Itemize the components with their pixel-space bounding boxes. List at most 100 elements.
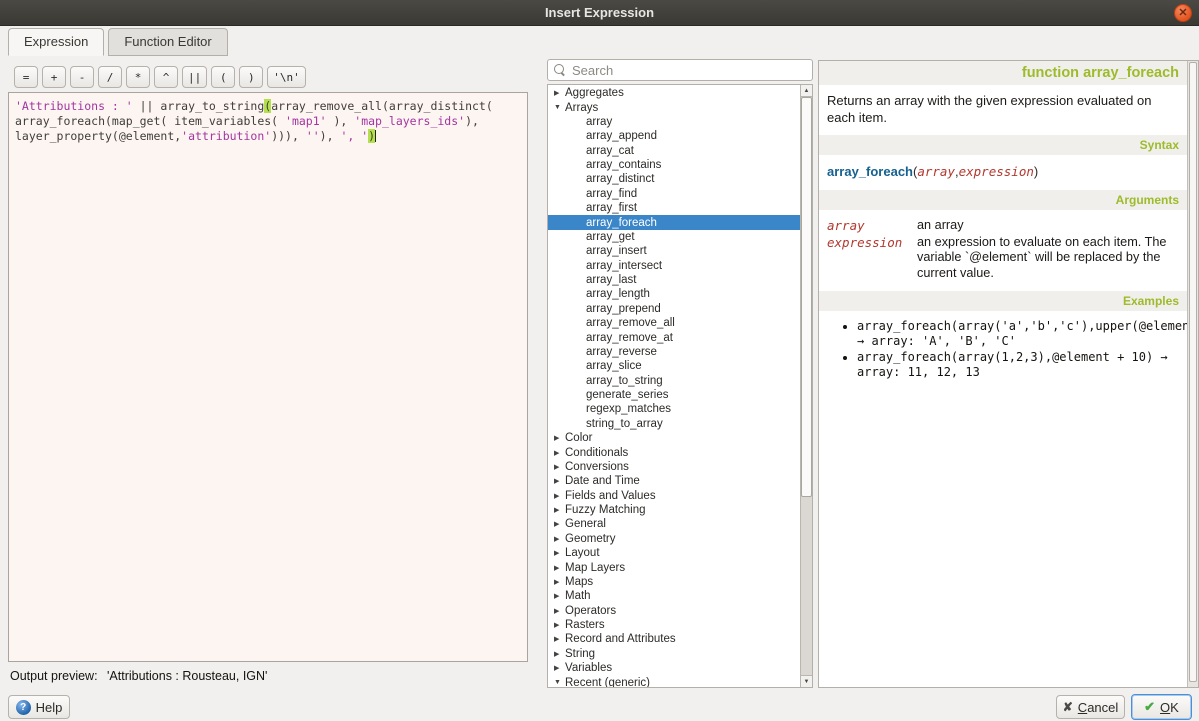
tree-group-maps[interactable]: ▶Maps: [548, 575, 800, 589]
argument-description: an array: [917, 218, 1179, 234]
tree-item-array-length[interactable]: array_length: [548, 287, 800, 301]
cancel-button-label: Cancel: [1078, 700, 1118, 715]
tree-group-conversions[interactable]: ▶Conversions: [548, 460, 800, 474]
tab-function-editor[interactable]: Function Editor: [108, 28, 227, 56]
tree-group-aggregates[interactable]: ▶Aggregates: [548, 86, 800, 100]
tree-group-color[interactable]: ▶Color: [548, 431, 800, 445]
tree-group-math[interactable]: ▶Math: [548, 589, 800, 603]
chevron-right-icon: ▶: [554, 449, 565, 457]
tree-item-array-append[interactable]: array_append: [548, 129, 800, 143]
operator-button-power[interactable]: ^: [154, 66, 178, 88]
scroll-up-icon[interactable]: ▲: [801, 85, 812, 97]
tree-group-fuzzy-matching[interactable]: ▶Fuzzy Matching: [548, 503, 800, 517]
tree-item-string-to-array[interactable]: string_to_array: [548, 417, 800, 431]
argument-name: array: [827, 218, 917, 234]
examples-header: Examples: [819, 291, 1187, 311]
tree-item-array-get[interactable]: array_get: [548, 230, 800, 244]
help-panel-scrollbar[interactable]: [1187, 61, 1198, 687]
tree-group-date-and-time[interactable]: ▶Date and Time: [548, 474, 800, 488]
tree-item-array-contains[interactable]: array_contains: [548, 158, 800, 172]
syntax-signature: array_foreach(array,expression): [819, 155, 1187, 190]
tree-item-array-insert[interactable]: array_insert: [548, 244, 800, 258]
tree-group-record-and-attributes[interactable]: ▶Record and Attributes: [548, 632, 800, 646]
tree-group-geometry[interactable]: ▶Geometry: [548, 532, 800, 546]
tab-expression[interactable]: Expression: [8, 28, 104, 56]
chevron-right-icon: ▶: [554, 492, 565, 500]
tree-item-array-remove-at[interactable]: array_remove_at: [548, 330, 800, 344]
example-item: array_foreach(array(1,2,3),@element + 10…: [857, 350, 1181, 380]
tree-item-array-first[interactable]: array_first: [548, 201, 800, 215]
operator-button-plus[interactable]: +: [42, 66, 66, 88]
operator-button-concat[interactable]: ||: [182, 66, 207, 88]
operator-button-equals[interactable]: =: [14, 66, 38, 88]
tree-group-recent-generic[interactable]: ▼Recent (generic): [548, 675, 800, 688]
insert-expression-dialog: Insert Expression ✕ Expression Function …: [0, 0, 1199, 721]
cancel-button[interactable]: ✘ Cancel: [1056, 695, 1125, 719]
help-scrollbar-thumb[interactable]: [1189, 62, 1197, 682]
expression-editor[interactable]: 'Attributions : ' || array_to_string(arr…: [8, 92, 528, 662]
chevron-down-icon: ▼: [554, 104, 565, 111]
ok-button-label: OK: [1160, 700, 1179, 715]
tree-group-variables[interactable]: ▶Variables: [548, 661, 800, 675]
expression-code-line: 'Attributions : ' || array_to_string(arr…: [15, 99, 521, 114]
window-title: Insert Expression: [545, 5, 654, 20]
tree-group-rasters[interactable]: ▶Rasters: [548, 618, 800, 632]
chevron-right-icon: ▶: [554, 592, 565, 600]
tab-bar: Expression Function Editor: [8, 28, 232, 56]
tree-item-array-prepend[interactable]: array_prepend: [548, 302, 800, 316]
expression-code-line: layer_property(@element,'attribution')))…: [15, 129, 521, 144]
tree-group-fields-and-values[interactable]: ▶Fields and Values: [548, 489, 800, 503]
tree-item-array-foreach[interactable]: array_foreach: [548, 215, 800, 229]
operator-button-divide[interactable]: /: [98, 66, 122, 88]
help-title: function array_foreach: [819, 61, 1187, 85]
help-icon: ?: [16, 700, 31, 715]
tree-item-array-remove-all[interactable]: array_remove_all: [548, 316, 800, 330]
chevron-right-icon: ▶: [554, 463, 565, 471]
tree-item-array-reverse[interactable]: array_reverse: [548, 345, 800, 359]
scrollbar-thumb[interactable]: [801, 97, 812, 497]
tree-item-array-to-string[interactable]: array_to_string: [548, 374, 800, 388]
tree-group-map-layers[interactable]: ▶Map Layers: [548, 560, 800, 574]
operator-button-multiply[interactable]: *: [126, 66, 150, 88]
scroll-down-icon[interactable]: ▼: [801, 675, 812, 687]
chevron-right-icon: ▶: [554, 549, 565, 557]
tree-item-array-intersect[interactable]: array_intersect: [548, 259, 800, 273]
tree-item-array-cat[interactable]: array_cat: [548, 144, 800, 158]
tree-item-array-find[interactable]: array_find: [548, 187, 800, 201]
expression-code-line: array_foreach(map_get( item_variables( '…: [15, 114, 521, 129]
help-button[interactable]: ? Help: [8, 695, 70, 719]
ok-check-icon: ✔: [1144, 699, 1155, 715]
tree-group-conditionals[interactable]: ▶Conditionals: [548, 445, 800, 459]
operator-toolbar: =+-/*^||()'\n': [14, 66, 306, 88]
argument-description: an expression to evaluate on each item. …: [917, 235, 1179, 282]
syntax-header: Syntax: [819, 135, 1187, 155]
tree-group-layout[interactable]: ▶Layout: [548, 546, 800, 560]
tree-group-operators[interactable]: ▶Operators: [548, 604, 800, 618]
operator-button-close-paren[interactable]: ): [239, 66, 263, 88]
tree-item-array-last[interactable]: array_last: [548, 273, 800, 287]
function-list-panel: ▶Aggregates▼Arraysarrayarray_appendarray…: [547, 84, 813, 688]
operator-button-newline[interactable]: '\n': [267, 66, 306, 88]
operator-button-minus[interactable]: -: [70, 66, 94, 88]
tree-item-array-distinct[interactable]: array_distinct: [548, 172, 800, 186]
argument-name: expression: [827, 235, 917, 282]
titlebar[interactable]: Insert Expression ✕: [0, 0, 1199, 26]
tree-item-regexp-matches[interactable]: regexp_matches: [548, 402, 800, 416]
search-input[interactable]: Search: [547, 59, 813, 81]
chevron-right-icon: ▶: [554, 650, 565, 658]
tree-item-generate-series[interactable]: generate_series: [548, 388, 800, 402]
search-icon: [554, 64, 566, 76]
operator-button-open-paren[interactable]: (: [211, 66, 235, 88]
chevron-right-icon: ▶: [554, 635, 565, 643]
chevron-right-icon: ▶: [554, 506, 565, 514]
tree-group-string[interactable]: ▶String: [548, 647, 800, 661]
function-list-scrollbar[interactable]: ▲ ▼: [800, 85, 812, 687]
tree-group-arrays[interactable]: ▼Arrays: [548, 100, 800, 114]
tree-group-general[interactable]: ▶General: [548, 517, 800, 531]
close-icon[interactable]: ✕: [1174, 4, 1192, 22]
examples-list: array_foreach(array('a','b','c'),upper(@…: [819, 311, 1187, 389]
search-placeholder: Search: [572, 63, 613, 78]
ok-button[interactable]: ✔ OK: [1131, 694, 1192, 720]
tree-item-array-slice[interactable]: array_slice: [548, 359, 800, 373]
tree-item-array[interactable]: array: [548, 115, 800, 129]
